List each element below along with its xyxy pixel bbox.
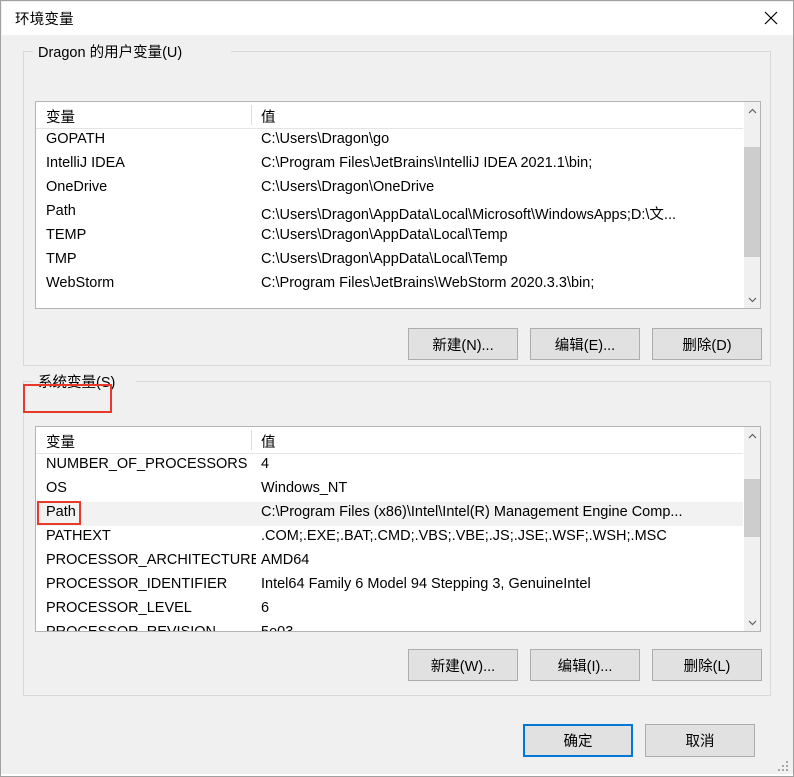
system-list-header: 变量 值: [36, 427, 743, 454]
variable-value-cell: C:\Program Files\JetBrains\IntelliJ IDEA…: [261, 155, 593, 171]
environment-variables-dialog: 环境变量 Dragon 的用户变量(U) 变量 值 GOPATH C:\Users…: [0, 0, 794, 777]
table-row[interactable]: PROCESSOR_IDENTIFIER Intel64 Family 6 Mod…: [36, 574, 743, 598]
variable-name-cell: IntelliJ IDEA: [46, 155, 125, 171]
variable-value-cell: C:\Users\Dragon\AppData\Local\Temp: [261, 251, 508, 267]
variable-name-cell: NUMBER_OF_PROCESSORS: [46, 456, 248, 472]
chevron-up-icon[interactable]: [744, 102, 760, 119]
table-row[interactable]: Path C:\Program Files (x86)\Intel\Intel(R…: [36, 502, 743, 526]
variable-name-cell: Path: [46, 504, 76, 520]
variable-name-cell: OneDrive: [46, 179, 108, 195]
table-row[interactable]: OS Windows_NT: [36, 478, 743, 502]
ok-button[interactable]: 确定: [523, 724, 633, 757]
variable-value-cell: .COM;.EXE;.BAT;.CMD;.VBS;.VBE;.JS;.JSE;.…: [261, 528, 667, 544]
table-row[interactable]: PROCESSOR_REVISION 5e03: [36, 622, 743, 631]
variable-value-cell: C:\Program Files (x86)\Intel\Intel(R) Ma…: [261, 504, 683, 520]
system-edit-button[interactable]: 编辑(I)...: [530, 649, 640, 681]
system-new-button[interactable]: 新建(W)...: [408, 649, 518, 681]
variable-name-cell: PROCESSOR_REVISION: [46, 624, 256, 631]
system-column-header-value[interactable]: 值: [261, 431, 276, 452]
user-variables-group-label: Dragon 的用户变量(U): [33, 41, 188, 62]
system-variables-group-label: 系统变量(S): [33, 371, 121, 392]
user-column-header-name[interactable]: 变量: [46, 106, 75, 127]
user-list-header: 变量 值: [36, 102, 743, 129]
system-scrollbar-thumb[interactable]: [744, 479, 760, 537]
table-row[interactable]: WebStorm C:\Program Files\JetBrains\WebSt…: [36, 273, 743, 297]
table-row[interactable]: TEMP C:\Users\Dragon\AppData\Local\Temp: [36, 225, 743, 249]
user-variables-list[interactable]: 变量 值 GOPATH C:\Users\Dragon\go IntelliJ ID…: [35, 101, 761, 309]
window-title: 环境变量: [15, 12, 74, 28]
variable-name-cell: PROCESSOR_IDENTIFIER: [46, 576, 228, 592]
variable-name-cell: Path: [46, 203, 76, 219]
table-row[interactable]: PATHEXT .COM;.EXE;.BAT;.CMD;.VBS;.VBE;.JS…: [36, 526, 743, 550]
user-new-button[interactable]: 新建(N)...: [408, 328, 518, 360]
window-bottom-edge: [1, 774, 793, 776]
variable-value-cell: C:\Users\Dragon\go: [261, 131, 390, 147]
table-row[interactable]: OneDrive C:\Users\Dragon\OneDrive: [36, 177, 743, 201]
user-edit-button[interactable]: 编辑(E)...: [530, 328, 640, 360]
chevron-down-icon[interactable]: [744, 614, 760, 631]
variable-name-cell: GOPATH: [46, 131, 106, 147]
variable-value-cell: 5e03: [261, 624, 741, 631]
variable-name-cell: PROCESSOR_ARCHITECTURE: [46, 552, 256, 568]
cancel-button[interactable]: 取消: [645, 724, 755, 757]
system-list-scrollbar[interactable]: [743, 427, 760, 631]
table-row[interactable]: GOPATH C:\Users\Dragon\go: [36, 129, 743, 153]
variable-value-cell: Intel64 Family 6 Model 94 Stepping 3, Ge…: [261, 576, 591, 592]
table-row[interactable]: NUMBER_OF_PROCESSORS 4: [36, 454, 743, 478]
table-row[interactable]: PROCESSOR_ARCHITECTURE AMD64: [36, 550, 743, 574]
chevron-down-icon[interactable]: [744, 291, 760, 308]
variable-name-cell: TMP: [46, 251, 77, 267]
system-list-rows: NUMBER_OF_PROCESSORS 4 OS Windows_NT Path C:\…: [36, 454, 743, 631]
variable-name-cell: PROCESSOR_LEVEL: [46, 600, 192, 616]
variable-value-cell: 6: [261, 600, 270, 616]
variable-value-cell: C:\Users\Dragon\AppData\Local\Microsoft\…: [261, 207, 677, 223]
user-column-header-value[interactable]: 值: [261, 106, 276, 127]
close-icon[interactable]: [748, 2, 793, 34]
user-list-scrollbar[interactable]: [743, 102, 760, 308]
resize-grip-icon[interactable]: [777, 761, 790, 774]
variable-value-cell: Windows_NT: [261, 480, 348, 496]
system-variables-list[interactable]: 变量 值 NUMBER_OF_PROCESSORS 4 OS Windows_NT Pa…: [35, 426, 761, 632]
variable-name-cell: TEMP: [46, 227, 87, 243]
variable-value-cell: 4: [261, 456, 270, 472]
title-bar: 环境变量: [2, 2, 793, 35]
variable-name-cell: WebStorm: [46, 275, 115, 291]
table-row[interactable]: TMP C:\Users\Dragon\AppData\Local\Temp: [36, 249, 743, 273]
table-row[interactable]: Path C:\Users\Dragon\AppData\Local\Micros…: [36, 201, 743, 225]
user-delete-button[interactable]: 删除(D): [652, 328, 762, 360]
variable-name-cell: OS: [46, 480, 67, 496]
table-row[interactable]: IntelliJ IDEA C:\Program Files\JetBrains\…: [36, 153, 743, 177]
variable-value-cell: C:\Users\Dragon\AppData\Local\Temp: [261, 227, 508, 243]
variable-name-cell: PATHEXT: [46, 528, 111, 544]
table-row[interactable]: PROCESSOR_LEVEL 6: [36, 598, 743, 622]
user-list-rows: GOPATH C:\Users\Dragon\go IntelliJ IDEA C:\…: [36, 129, 743, 297]
user-scrollbar-thumb[interactable]: [744, 147, 760, 257]
chevron-up-icon[interactable]: [744, 427, 760, 444]
system-delete-button[interactable]: 删除(L): [652, 649, 762, 681]
variable-value-cell: AMD64: [261, 552, 310, 568]
system-column-header-name[interactable]: 变量: [46, 431, 75, 452]
variable-value-cell: C:\Program Files\JetBrains\WebStorm 2020…: [261, 275, 595, 291]
variable-value-cell: C:\Users\Dragon\OneDrive: [261, 179, 435, 195]
